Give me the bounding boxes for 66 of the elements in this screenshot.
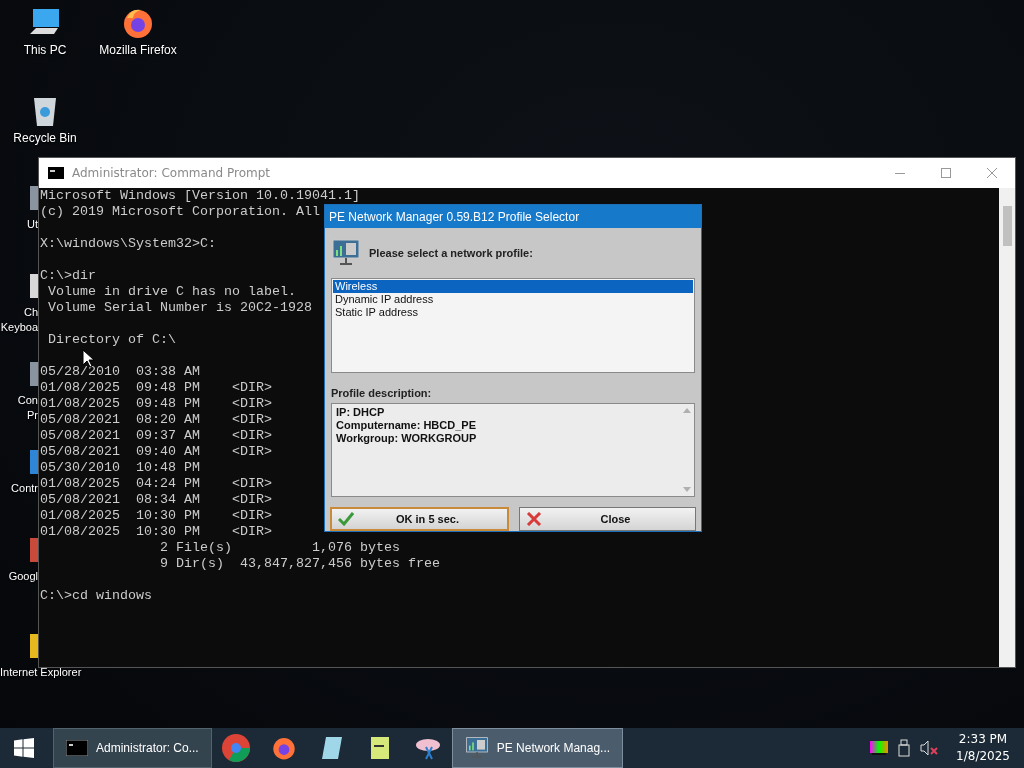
description-line: Computername: HBCD_PE: [336, 418, 476, 432]
network-monitor-icon: [331, 238, 361, 268]
console-line: 05/08/2021 08:20 AM <DIR>: [40, 412, 272, 428]
console-line: 01/08/2025 10:30 PM <DIR>: [40, 508, 272, 524]
taskbar-button[interactable]: Administrator: Co...: [53, 728, 212, 768]
clock[interactable]: 2:33 PM 1/8/2025: [956, 731, 1010, 765]
checkmark-icon: [338, 512, 354, 526]
icon-label: Recycle Bin: [13, 131, 77, 146]
windows-logo-icon: [14, 738, 34, 758]
console-line: 05/08/2021 09:37 AM <DIR>: [40, 428, 272, 444]
console-line: 01/08/2025 09:48 PM <DIR>: [40, 380, 272, 396]
usb-drive-icon[interactable]: [898, 739, 911, 757]
console-line: 05/30/2010 10:48 PM: [40, 460, 200, 476]
terminal-icon: [66, 740, 88, 756]
close-icon: [526, 512, 542, 526]
icon-label: Googl: [8, 569, 38, 584]
speaker-muted-icon[interactable]: [920, 740, 939, 756]
icon-label: Ch: [23, 305, 38, 320]
icon-label: Ut: [27, 217, 38, 232]
icon-label: Internet Explorer: [0, 665, 82, 680]
prompt-text: Please select a network profile:: [369, 247, 533, 259]
icon-label: Con: [17, 393, 38, 408]
icon-label: Mozilla Firefox: [99, 43, 177, 58]
mouse-pointer-icon: [82, 349, 94, 368]
icon-label: This PC: [23, 43, 67, 58]
clock-date: 1/8/2025: [956, 748, 1010, 765]
console-line: 01/08/2025 09:48 PM <DIR>: [40, 396, 272, 412]
console-line: Directory of C:\: [47, 332, 176, 348]
clock-time: 2:33 PM: [958, 731, 1008, 748]
profile-item[interactable]: Dynamic IP address: [333, 293, 693, 306]
close-icon: [987, 168, 997, 178]
console-line: C:\>cd windows: [40, 588, 152, 604]
description-line: IP: DHCP: [336, 405, 385, 419]
console-line: 05/28/2010 03:38 AM: [40, 364, 200, 380]
dialog-title: PE Network Manager 0.59.B12 Profile Selector: [325, 205, 701, 228]
window-title: Administrator: Command Prompt: [72, 166, 271, 180]
text-editor-icon[interactable]: [368, 735, 391, 761]
description-label: Profile description:: [331, 386, 432, 399]
icon-label: Pr: [27, 408, 38, 423]
console-line: (c) 2019 Microsoft Corporation. All: [40, 204, 320, 220]
console-line: 2 File(s) 1,076 bytes: [158, 540, 400, 556]
firefox-icon[interactable]: [270, 735, 297, 761]
console-line: C:\>dir: [40, 268, 96, 284]
ok-button[interactable]: OK in 5 sec.: [330, 507, 509, 531]
profile-item[interactable]: Static IP address: [333, 306, 693, 319]
description-line: Workgroup: WORKGROUP: [336, 431, 477, 445]
console-line: Microsoft Windows [Version 10.0.19041.1]: [40, 188, 360, 204]
network-monitor-icon: [464, 736, 489, 760]
console-line: 01/08/2025 10:30 PM <DIR>: [40, 524, 272, 540]
close-button[interactable]: Close: [519, 507, 696, 531]
console-line: 01/08/2025 04:24 PM <DIR>: [40, 476, 272, 492]
console-line: Volume Serial Number is 20C2-1928: [47, 300, 312, 316]
chrome-icon[interactable]: [219, 732, 252, 764]
console-line: 9 Dir(s) 43,847,827,456 bytes free: [158, 556, 440, 572]
maximize-icon: [941, 168, 951, 178]
notepad-icon[interactable]: [319, 735, 344, 761]
icon-label: Contr: [11, 481, 38, 496]
profile-item[interactable]: Wireless: [333, 280, 693, 293]
icon-label: Keyboa: [0, 320, 38, 335]
console-line: 05/08/2021 08:34 AM <DIR>: [40, 492, 272, 508]
terminal-icon: [48, 167, 64, 179]
console-line: Volume in drive C has no label.: [47, 284, 296, 300]
console-line: X:\windows\System32>C:: [40, 236, 216, 252]
console-line: 05/08/2021 09:40 AM <DIR>: [40, 444, 272, 460]
display-icon[interactable]: [870, 740, 889, 756]
taskbar-button[interactable]: PE Network Manag...: [451, 728, 624, 768]
